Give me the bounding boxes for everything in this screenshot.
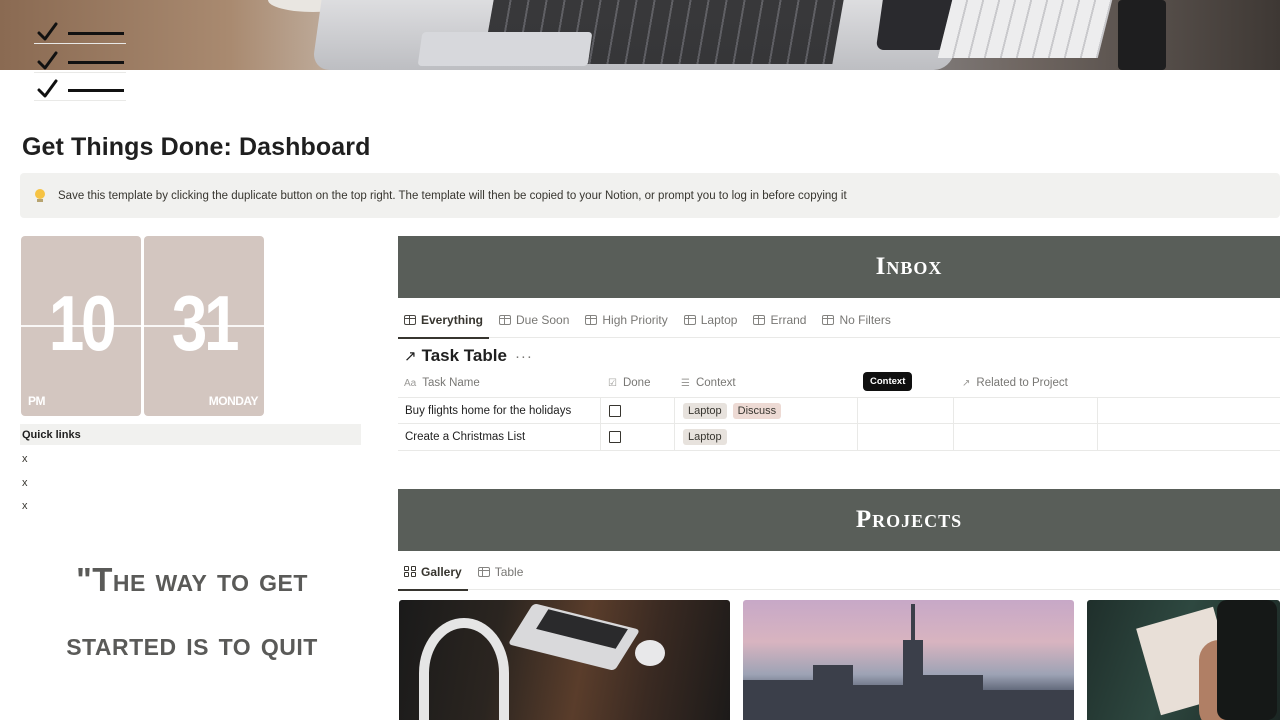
empty-cell[interactable] [858,424,954,450]
clock-hour-card: 10 PM [21,236,141,416]
clock-day: MONDAY [208,394,259,408]
done-checkbox[interactable] [609,405,621,417]
cover-image [0,0,1280,70]
quick-link-item[interactable]: x [22,453,28,465]
clock-hour: 10 [48,279,117,367]
clock-period: PM [28,394,46,408]
done-checkbox[interactable] [609,431,621,443]
linked-arrow-icon: ↗ [404,348,417,365]
relation-arrow-icon: ↗ [962,377,971,389]
flip-divider [21,325,141,327]
quick-links-header: Quick links [20,424,361,445]
done-cell [601,424,675,450]
tab-gallery[interactable]: Gallery [398,554,468,591]
context-cell[interactable]: Laptop [675,424,858,450]
projects-banner: Projects [398,489,1280,551]
table-icon [683,314,696,325]
table-icon [585,314,598,325]
context-tag: Discuss [732,403,782,419]
task-name-cell[interactable]: Buy flights home for the holidays [398,398,601,424]
column-header-related-project[interactable]: ↗ Related to Project [962,374,1068,392]
tab-errand[interactable]: Errand [747,302,812,338]
checklist-icon[interactable] [34,22,126,102]
clock-minute-card: 31 MONDAY [144,236,264,416]
column-header-context[interactable]: ☰ Context [681,374,736,392]
tab-table[interactable]: Table [472,554,530,590]
table-icon [822,314,835,325]
task-name-cell[interactable]: Create a Christmas List [398,424,601,450]
tab-no-filters[interactable]: No Filters [816,302,896,338]
more-options-icon[interactable]: ··· [515,348,533,365]
tab-laptop[interactable]: Laptop [678,302,744,338]
project-card-cover[interactable] [1087,600,1280,720]
projects-view-tabs: Gallery Table [398,554,1280,591]
quick-link-item[interactable]: x [22,500,28,512]
inbox-banner: Inbox [398,236,1280,298]
table-icon [404,314,416,325]
tab-everything[interactable]: Everything [398,302,490,339]
page-title: Get Things Done: Dashboard [22,133,371,161]
callout-text: Save this template by clicking the dupli… [58,189,847,202]
column-header-task-name[interactable]: Aa Task Name [404,374,480,392]
table-icon [477,566,490,577]
gallery-icon [404,566,416,577]
tab-high-priority[interactable]: High Priority [579,302,673,338]
flip-divider [144,325,264,327]
column-header-done[interactable]: ☑ Done [608,374,650,392]
project-card-cover[interactable] [743,600,1074,720]
context-tag: Laptop [683,403,727,419]
table-row[interactable]: Buy flights home for the holidays Laptop… [398,397,1280,424]
done-cell [601,398,675,424]
database-title[interactable]: ↗ Task Table ··· [404,346,533,366]
callout: Save this template by clicking the dupli… [20,173,1280,218]
table-icon [753,314,766,325]
empty-cell[interactable] [858,398,954,424]
related-project-cell[interactable] [954,424,1098,450]
context-cell[interactable]: Laptop Discuss [675,398,858,424]
text-property-icon: Aa [404,377,417,389]
quick-link-item[interactable]: x [22,477,28,489]
list-property-icon: ☰ [681,377,690,389]
inbox-view-tabs: Everything Due Soon High Priority Laptop… [398,302,1280,339]
related-project-cell[interactable] [954,398,1098,424]
table-row[interactable]: Create a Christmas List Laptop [398,424,1280,451]
clock-minute: 31 [171,279,240,367]
quote-text: "The way to get started is to quit [66,561,318,662]
context-tag: Laptop [683,429,727,445]
checkbox-property-icon: ☑ [608,377,617,389]
lightbulb-icon [34,188,46,203]
tooltip: Context [863,372,913,391]
project-card-cover[interactable] [399,600,730,720]
tab-due-soon[interactable]: Due Soon [493,302,575,338]
table-icon [499,314,512,325]
